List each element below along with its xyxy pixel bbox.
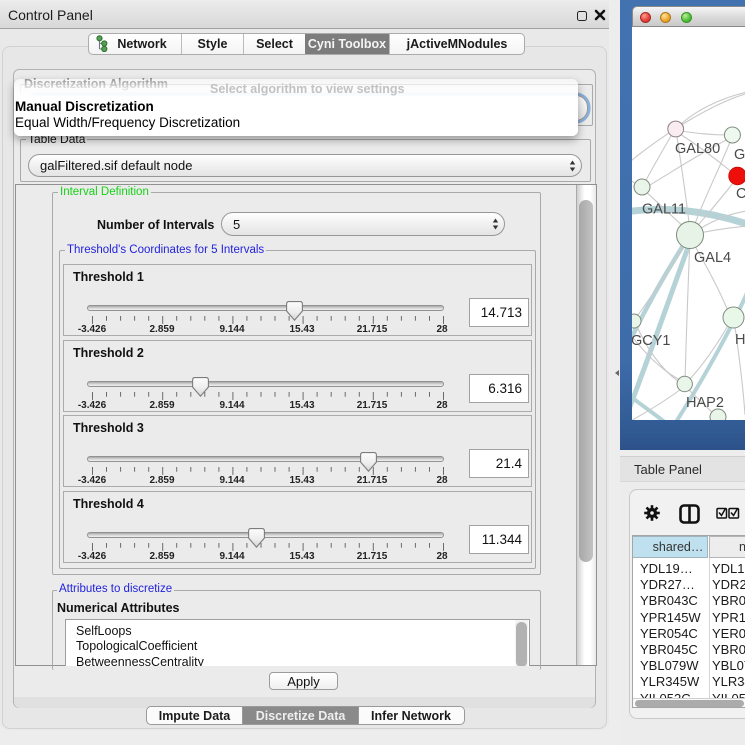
svg-text:HAP2: HAP2 — [686, 395, 724, 411]
svg-text:GA: GA — [734, 147, 745, 163]
svg-text:GAL80: GAL80 — [675, 141, 720, 157]
svg-text:GAL4: GAL4 — [694, 250, 731, 266]
svg-text:GAL11: GAL11 — [642, 202, 686, 218]
svg-text:GCY1: GCY1 — [632, 333, 671, 349]
svg-text:HI: HI — [735, 332, 745, 348]
svg-text:C: C — [736, 186, 745, 202]
